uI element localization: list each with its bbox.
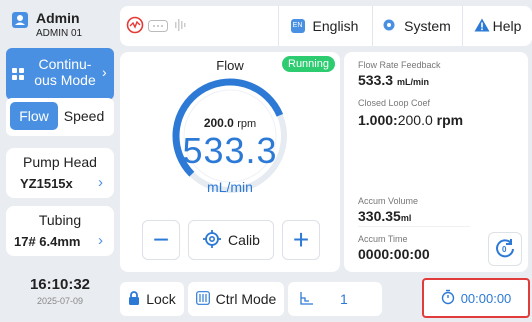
clock-time: 16:10:32 [29,276,91,293]
chevron-right-icon: › [102,64,107,80]
system-label: System [404,18,451,34]
closed-loop-unit: rpm [436,112,464,128]
accum-volume-value: 330.35 [358,208,401,224]
ctrl-mode-button[interactable]: Ctrl Mode [188,282,284,316]
info-panel: Flow Rate Feedback 533.3 mL/min Closed L… [344,52,528,272]
step-setting[interactable]: 1 [288,282,382,316]
signal-icon [174,17,188,38]
lock-icon [128,290,140,308]
help-label: Help [492,18,522,34]
lock-button[interactable]: Lock [120,282,184,316]
user-id: ADMIN 01 [36,28,83,39]
svg-text:0: 0 [502,245,507,254]
user-card[interactable]: Admin ADMIN 01 [6,6,114,46]
chevron-right-icon: › [98,174,103,191]
ctrl-mode-label: Ctrl Mode [215,291,277,307]
rpm-unit: rpm [237,118,257,130]
clock: 16:10:32 2025-07-09 [6,270,114,316]
accum-volume-label: Accum Volume [358,196,419,206]
mode-button[interactable]: Continu- ous Mode › [6,48,114,100]
pump-head-value: YZ1515x [20,176,73,191]
tubing-card[interactable]: Tubing 17# 6.4mm › [6,206,114,256]
tubing-value: 17# 6.4mm [14,234,81,249]
pump-head-title: Pump Head [23,154,97,170]
top-bar: EN English System Help [120,6,532,46]
pump-head-card[interactable]: Pump Head YZ1515x › [6,148,114,198]
speed-toggle[interactable]: Speed [58,102,110,130]
flow-feedback-label: Flow Rate Feedback [358,60,441,70]
grid-icon [12,67,24,85]
flow-value: 533.3 [182,130,278,171]
closed-loop-label: Closed Loop Coef [358,98,431,108]
step-icon [300,291,314,308]
flow-feedback-unit: mL/min [396,77,429,87]
plus-icon: + [292,224,310,255]
help-button[interactable]: Help [462,6,532,46]
flow-unit: mL/min [207,179,253,195]
system-button[interactable]: System [372,6,460,46]
rpm-value: 200.0 [203,116,234,130]
step-value: 1 [340,291,348,307]
reset-icon: 0 [494,237,516,262]
language-label: English [312,18,359,34]
flow-panel: Flow Running 200.0 rpm 533.3 mL/min − Ca… [120,52,340,272]
tubing-title: Tubing [38,212,82,228]
user-name: Admin [36,10,80,26]
flow-speed-toggle: Flow Speed [6,98,114,136]
warning-icon [474,18,490,35]
closed-loop-value-a: 1.000 [358,112,394,128]
closed-loop-value-b: 200.0 [397,112,433,128]
keyboard-icon [148,19,168,37]
decrease-button[interactable]: − [142,220,180,260]
reset-accum-button[interactable]: 0 [488,232,522,266]
minus-icon: − [152,224,170,255]
sliders-icon [195,290,210,308]
timer-value: 00:00:00 [460,290,512,306]
accum-time-value: 0000:00:00 [358,246,430,262]
clock-date: 2025-07-09 [36,296,84,306]
bottom-bar: Lock Ctrl Mode 1 00:00:00 [120,278,532,318]
crosshair-icon [202,229,222,252]
timer-button[interactable]: 00:00:00 [422,278,530,318]
running-badge: Running [282,56,335,72]
language-button[interactable]: EN English [278,6,370,46]
lock-label: Lock [146,291,176,307]
mode-label-line1: Continu- [38,56,92,72]
accum-volume-unit: ml [400,213,412,223]
user-icon [12,12,28,28]
accum-time-label: Accum Time [358,234,408,244]
chevron-right-icon: › [98,232,103,249]
calib-button[interactable]: Calib [188,220,274,260]
mode-label-line2: ous Mode [34,72,96,88]
gear-icon [382,18,396,35]
calib-label: Calib [228,232,260,248]
stopwatch-icon [441,289,455,308]
status-gauge-icon [126,16,144,39]
language-badge-icon: EN [290,19,305,33]
flow-feedback-value: 533.3 [358,72,394,88]
increase-button[interactable]: + [282,220,320,260]
flow-toggle[interactable]: Flow [10,102,58,130]
